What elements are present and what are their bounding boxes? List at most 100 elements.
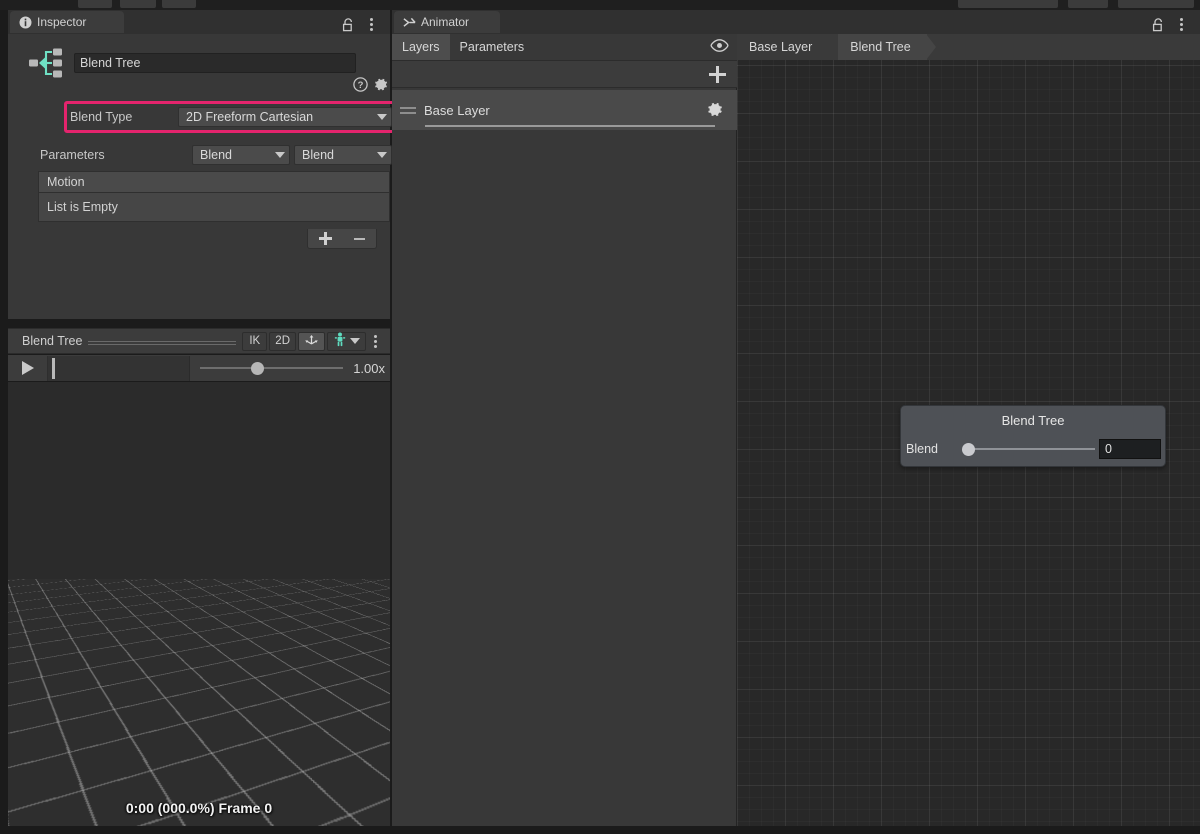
- two-d-toggle-button[interactable]: 2D: [269, 331, 296, 351]
- parameters-label: Parameters: [40, 148, 105, 162]
- motion-list-empty-row: List is Empty: [38, 193, 390, 222]
- window-left-edge: [0, 10, 8, 834]
- blend-type-row: Blend Type 2D Freeform Cartesian: [70, 106, 392, 127]
- lock-open-icon[interactable]: [342, 17, 355, 32]
- toolbar-rail: [88, 340, 237, 342]
- svg-text:?: ?: [358, 80, 364, 91]
- tab-inspector[interactable]: Inspector: [10, 11, 124, 33]
- animator-tabstrip: [392, 10, 1200, 34]
- tab-animator-label: Animator: [421, 15, 470, 29]
- toolbar-ghost-button: [1118, 0, 1194, 8]
- node-parameter-label: Blend: [906, 442, 938, 456]
- speed-slider-track: [200, 367, 343, 369]
- animator-icon: [403, 16, 416, 29]
- object-name-field[interactable]: [74, 53, 356, 73]
- layer-name-label: Base Layer: [424, 102, 490, 118]
- preview-kebab-menu-icon[interactable]: [368, 332, 382, 351]
- preview-status-text: 0:00 (000.0%) Frame 0: [125, 800, 273, 816]
- add-layer-bar: [392, 60, 737, 88]
- tab-animator[interactable]: Animator: [394, 11, 500, 33]
- avatar-select-button[interactable]: [327, 331, 366, 351]
- motion-list: Motion List is Empty: [38, 171, 390, 249]
- animator-layers-pane: Layers Parameters Base Layer: [392, 34, 737, 834]
- tab-layers-label: Layers: [402, 40, 440, 54]
- chevron-down-icon: [350, 338, 360, 344]
- breadcrumb: Base Layer Blend Tree: [737, 34, 1200, 60]
- help-icon[interactable]: ?: [353, 77, 368, 92]
- motion-list-header: Motion: [38, 171, 390, 193]
- parameter-x-value: Blend: [200, 148, 232, 162]
- node-parameter-slider[interactable]: [962, 439, 1099, 459]
- preview-grid-floor: [8, 578, 390, 826]
- parameter-y-dropdown[interactable]: Blend: [294, 145, 392, 165]
- blend-type-label: Blend Type: [70, 109, 133, 124]
- node-parameter-value-field[interactable]: 0: [1099, 439, 1161, 459]
- top-toolbar-sliver: [0, 0, 1200, 10]
- tab-parameters-label: Parameters: [459, 40, 525, 54]
- toolbar-ghost-button: [78, 0, 112, 8]
- blend-tree-icon: [26, 43, 66, 83]
- toolbar-ghost-button: [958, 0, 1058, 8]
- playback-speed-slider[interactable]: 1.00x: [190, 356, 390, 381]
- two-d-toggle-label: 2D: [275, 335, 290, 347]
- pivot-axis-icon: [304, 332, 319, 350]
- eye-icon[interactable]: [710, 38, 729, 58]
- blend-tree-node[interactable]: Blend Tree Blend 0: [900, 405, 1166, 467]
- gear-icon[interactable]: [374, 77, 389, 92]
- breadcrumb-item-base-layer[interactable]: Base Layer: [737, 34, 838, 60]
- parameters-row: Parameters Blend Blend: [40, 145, 392, 165]
- animator-header-icons: [1152, 15, 1188, 34]
- kebab-menu-icon[interactable]: [364, 15, 378, 34]
- parameter-x-dropdown[interactable]: Blend: [192, 145, 290, 165]
- blend-type-value: 2D Freeform Cartesian: [186, 109, 314, 124]
- preview-viewport[interactable]: 0:00 (000.0%) Frame 0: [8, 382, 390, 826]
- remove-motion-button[interactable]: [354, 237, 365, 240]
- node-slider-handle[interactable]: [962, 442, 975, 456]
- tab-inspector-label: Inspector: [37, 15, 87, 29]
- speed-slider-handle[interactable]: [251, 361, 264, 375]
- preview-playback-row: 1.00x: [8, 355, 390, 381]
- tab-parameters[interactable]: Parameters: [450, 34, 535, 60]
- breadcrumb-blend-tree-label: Blend Tree: [850, 40, 911, 54]
- animator-graph-canvas[interactable]: Base Layer Blend Tree Blend Tree Blend 0: [737, 34, 1200, 834]
- chevron-down-icon: [275, 152, 285, 158]
- info-icon: [19, 16, 32, 29]
- object-name-row: [26, 43, 356, 83]
- breadcrumb-base-layer-label: Base Layer: [749, 40, 813, 54]
- breadcrumb-item-blend-tree[interactable]: Blend Tree: [838, 34, 937, 60]
- lock-open-icon[interactable]: [1152, 17, 1165, 32]
- blend-tree-node-body: Blend 0: [901, 434, 1165, 464]
- plus-icon[interactable]: [709, 65, 726, 83]
- chevron-down-icon: [377, 152, 387, 158]
- layer-settings-gear-icon[interactable]: [707, 101, 724, 123]
- speed-value-label: 1.00x: [353, 360, 385, 376]
- pivot-axis-button[interactable]: [298, 331, 325, 351]
- tab-layers[interactable]: Layers: [392, 34, 450, 60]
- inspector-header-icons: [342, 15, 378, 34]
- play-icon: [21, 361, 34, 375]
- ik-toggle-label: IK: [249, 335, 261, 347]
- inspector-body: ? Blend Type 2D Freeform Cartesian Param…: [8, 34, 399, 319]
- playhead-handle[interactable]: [52, 357, 55, 379]
- layer-row-base-layer[interactable]: Base Layer: [392, 90, 737, 130]
- preview-toolbar: Blend Tree IK 2D: [8, 328, 390, 354]
- play-button[interactable]: [8, 355, 48, 381]
- motion-list-footer: [307, 229, 377, 249]
- drag-handle-icon[interactable]: [400, 106, 416, 114]
- motion-list-header-label: Motion: [47, 175, 85, 189]
- blend-tree-node-title: Blend Tree: [1001, 412, 1065, 428]
- parameter-y-value: Blend: [302, 148, 334, 162]
- add-motion-button[interactable]: [319, 232, 332, 245]
- chevron-down-icon: [377, 113, 387, 120]
- node-slider-track: [968, 448, 1095, 450]
- window-bottom-edge: [0, 826, 1200, 834]
- motion-list-empty-label: List is Empty: [47, 200, 118, 214]
- blend-type-dropdown[interactable]: 2D Freeform Cartesian: [178, 106, 392, 127]
- ik-toggle-button[interactable]: IK: [242, 331, 268, 351]
- toolbar-ghost-button: [1068, 0, 1108, 8]
- kebab-menu-icon[interactable]: [1174, 15, 1188, 34]
- layers-parameters-tabstrip: Layers Parameters: [392, 34, 737, 60]
- inspector-object-icons: ?: [353, 77, 389, 92]
- toolbar-ghost-button: [120, 0, 156, 8]
- timeline-scrubber[interactable]: [48, 355, 190, 381]
